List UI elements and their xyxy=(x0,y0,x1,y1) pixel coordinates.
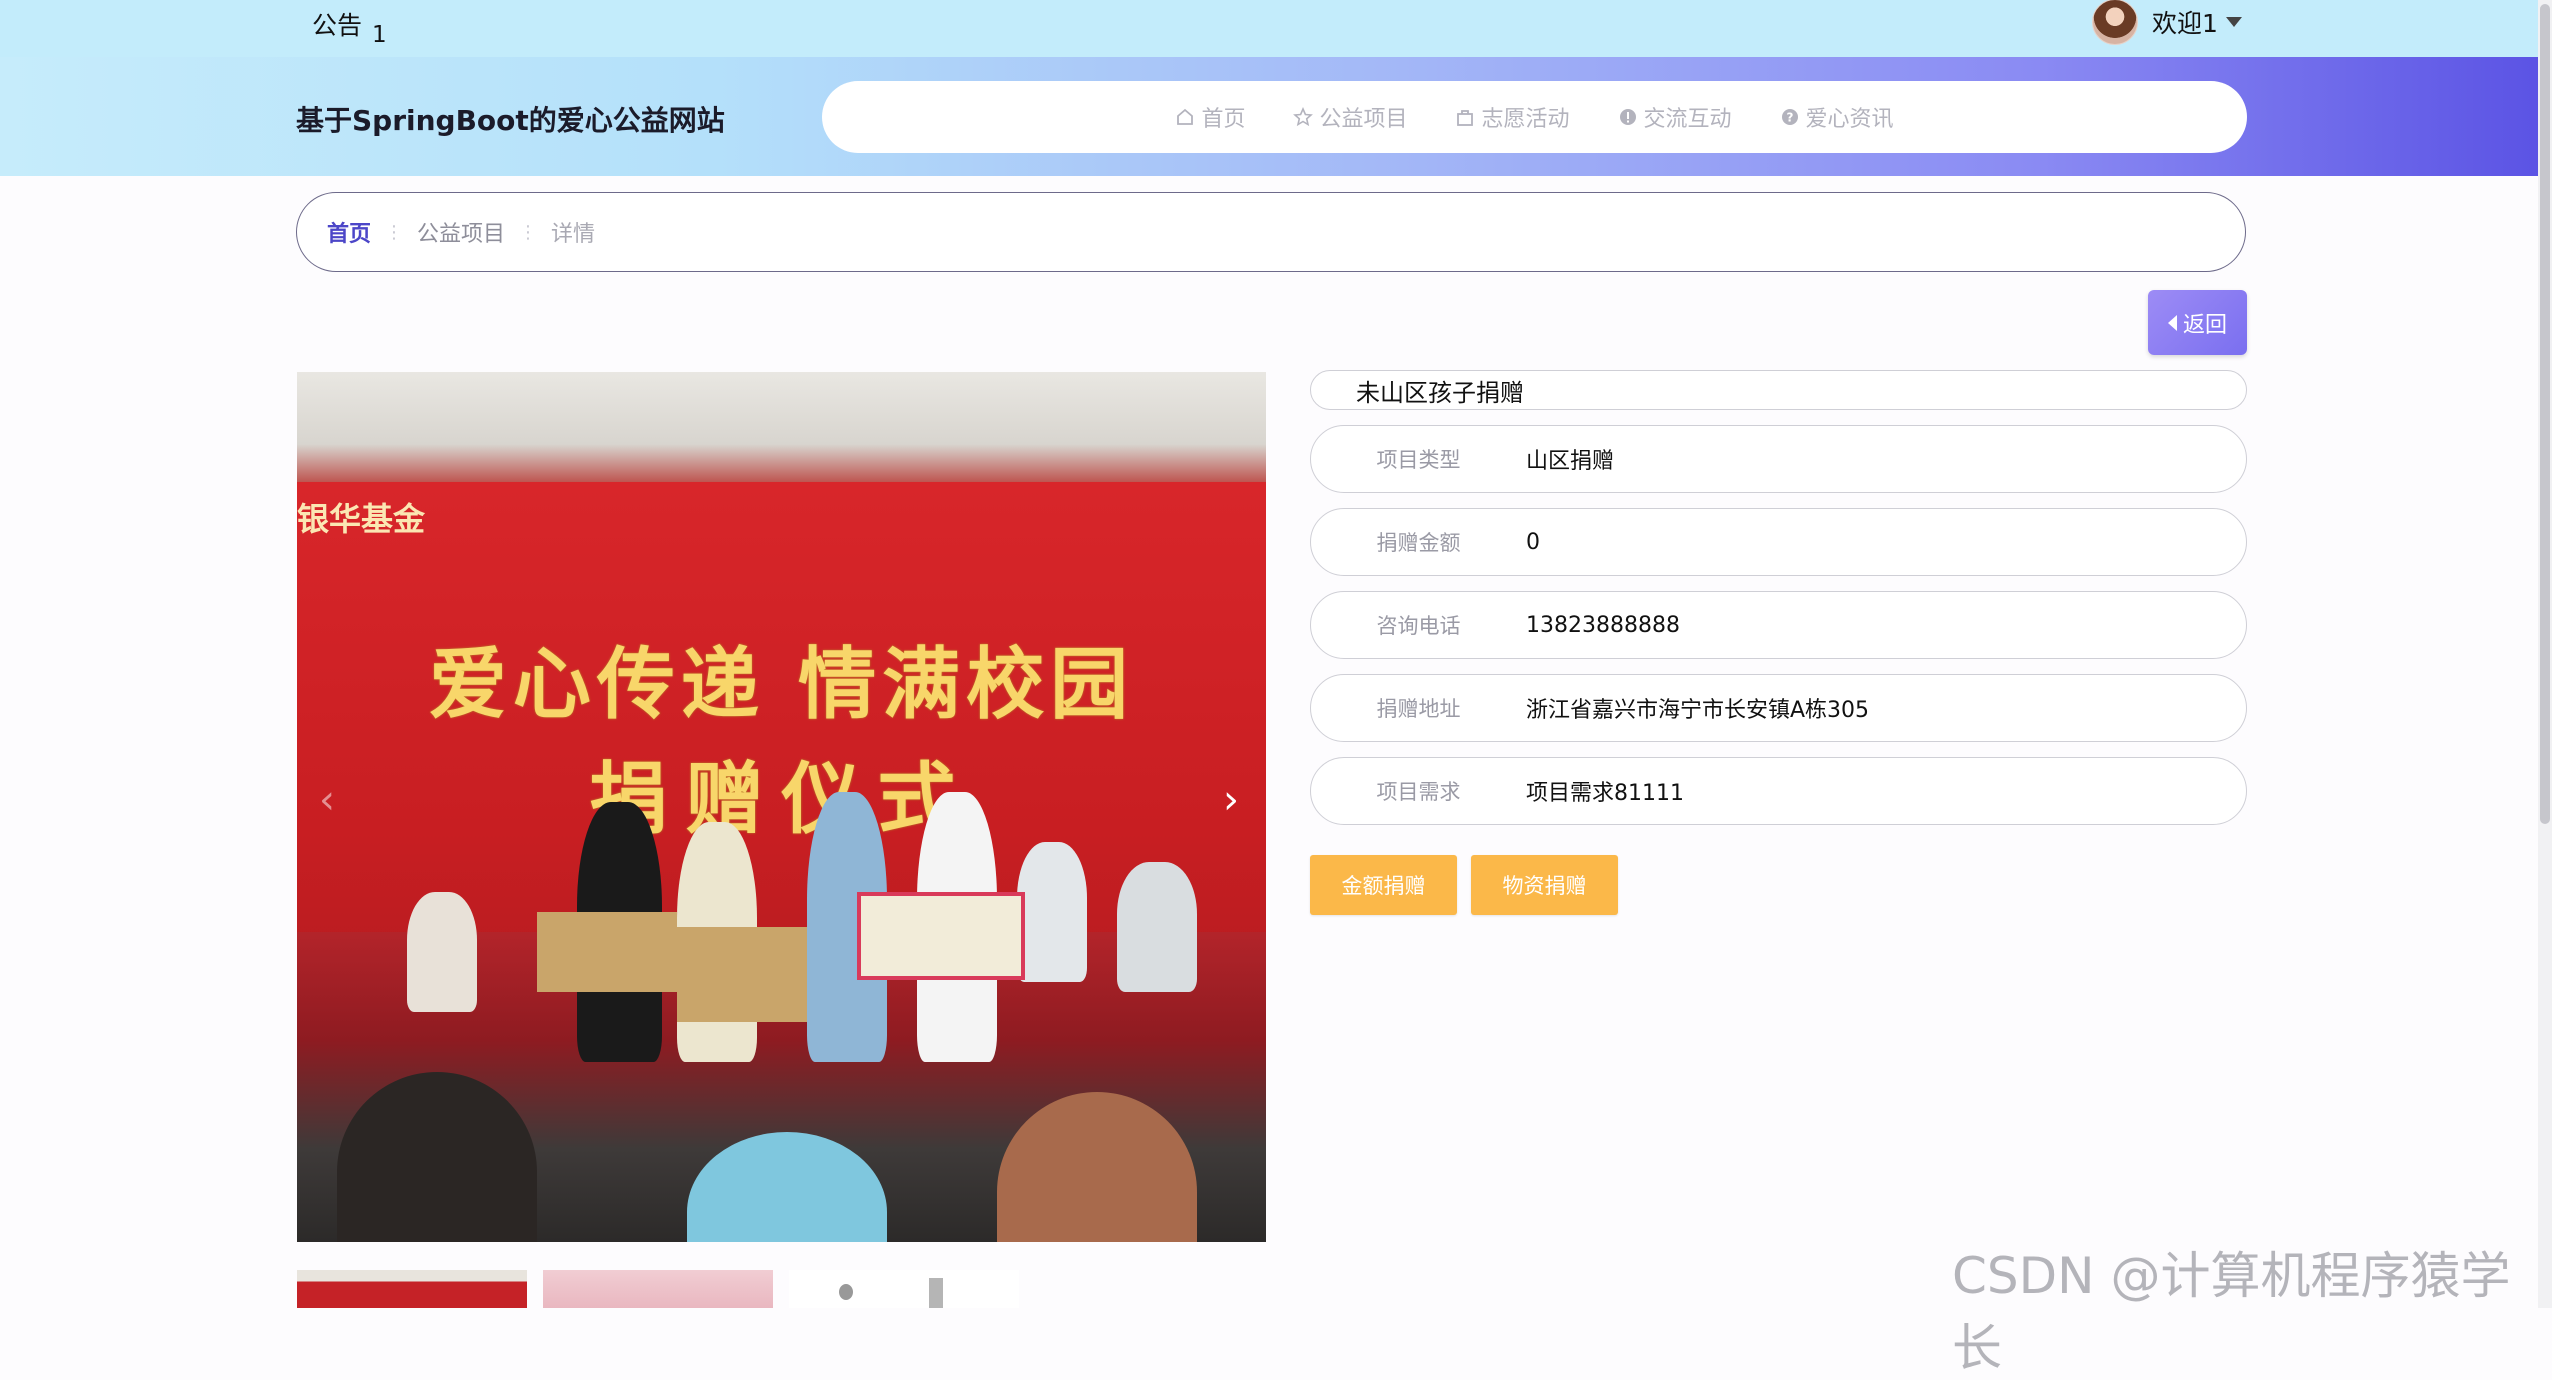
breadcrumb: 首页 ⋮ 公益项目 ⋮ 详情 xyxy=(296,192,2246,272)
breadcrumb-separator-icon: ⋮ xyxy=(385,221,404,243)
breadcrumb-current: 详情 xyxy=(551,222,596,247)
svg-text:?: ? xyxy=(1786,111,1793,125)
nav-item-forum[interactable]: 交流互动 xyxy=(1618,101,1732,133)
breadcrumb-projects[interactable]: 公益项目 xyxy=(417,216,505,248)
notice-label[interactable]: 公告 xyxy=(312,6,362,42)
photo-person xyxy=(407,892,477,1012)
field-requirement: 项目需求 项目需求81111 xyxy=(1310,757,2247,825)
field-value: 项目需求81111 xyxy=(1526,781,1684,806)
site-header: 基于SpringBoot的爱心公益网站 首页 公益项目 志愿活动 交流互动 ? … xyxy=(0,57,2552,176)
nav-item-label: 爱心资讯 xyxy=(1805,107,1894,132)
breadcrumb-home[interactable]: 首页 xyxy=(327,216,371,248)
field-value: 浙江省嘉兴市海宁市长安镇A栋305 xyxy=(1526,698,1870,723)
announcement-bar: 公告 1 欢迎1 xyxy=(0,0,2552,57)
field-label: 捐赠地址 xyxy=(1376,697,1461,721)
field-value: 山区捐赠 xyxy=(1526,449,1615,474)
photo-sign-board xyxy=(537,912,677,992)
field-address: 捐赠地址 浙江省嘉兴市海宁市长安镇A栋305 xyxy=(1310,674,2247,742)
back-button-label: 返回 xyxy=(2182,312,2227,338)
thumbnail-figure xyxy=(929,1278,943,1308)
user-menu[interactable]: 欢迎1 xyxy=(2092,0,2242,45)
notice-count-badge: 1 xyxy=(372,22,387,48)
nav-item-label: 志愿活动 xyxy=(1481,107,1570,132)
caret-down-icon[interactable] xyxy=(2225,17,2242,27)
project-title-box: 未山区孩子捐赠 xyxy=(1310,370,2247,410)
field-label: 项目需求 xyxy=(1376,780,1461,804)
nav-item-home[interactable]: 首页 xyxy=(1175,101,1245,133)
info-circle-icon xyxy=(1619,109,1636,125)
photo-sign-board xyxy=(857,892,1025,980)
back-button[interactable]: 返回 xyxy=(2148,290,2247,355)
field-value: 13823888888 xyxy=(1526,612,1680,638)
nav-item-label: 首页 xyxy=(1201,107,1246,132)
bag-icon xyxy=(1457,110,1474,126)
photo-person xyxy=(1017,842,1087,982)
nav-item-label: 公益项目 xyxy=(1319,107,1408,132)
home-icon xyxy=(1177,108,1194,125)
thumbnail-3[interactable] xyxy=(789,1270,1019,1308)
photo-sign-board xyxy=(677,927,807,1022)
thumbnail-2[interactable] xyxy=(543,1270,773,1308)
banner-subheadline: 捐赠仪式 xyxy=(589,754,974,845)
site-title: 基于SpringBoot的爱心公益网站 xyxy=(296,104,725,137)
carousel-prev-arrow[interactable]: ‹ xyxy=(309,770,345,830)
nav-item-label: 交流互动 xyxy=(1643,107,1732,132)
welcome-text[interactable]: 欢迎1 xyxy=(2152,4,2218,40)
question-circle-icon: ? xyxy=(1781,109,1798,125)
image-carousel[interactable]: 银华基金 爱心传递 情满校园 捐赠仪式 ‹ › xyxy=(297,372,1266,1242)
field-label: 捐赠金额 xyxy=(1376,531,1461,555)
nav-item-volunteer[interactable]: 志愿活动 xyxy=(1455,101,1570,133)
thumbnail-1[interactable] xyxy=(297,1270,527,1308)
goods-donate-button[interactable]: 物资捐赠 xyxy=(1471,855,1618,915)
carousel-thumbnails xyxy=(297,1270,1035,1308)
field-donation-amount: 捐赠金额 0 xyxy=(1310,508,2247,576)
field-label: 项目类型 xyxy=(1376,448,1461,472)
photo-person xyxy=(1117,862,1197,992)
field-label: 咨询电话 xyxy=(1376,614,1461,638)
star-icon xyxy=(1293,107,1314,127)
field-project-type: 项目类型 山区捐赠 xyxy=(1310,425,2247,493)
nav-item-news[interactable]: ? 爱心资讯 xyxy=(1780,101,1894,133)
carousel-next-arrow[interactable]: › xyxy=(1213,770,1249,830)
thumbnail-figure xyxy=(839,1284,853,1300)
money-donate-button[interactable]: 金额捐赠 xyxy=(1310,855,1457,915)
page-scrollbar[interactable] xyxy=(2538,0,2552,1308)
photo-background-wall xyxy=(297,372,1266,492)
scrollbar-thumb[interactable] xyxy=(2540,4,2550,824)
project-title: 未山区孩子捐赠 xyxy=(1356,378,1524,407)
main-nav: 首页 公益项目 志愿活动 交流互动 ? 爱心资讯 xyxy=(822,81,2247,153)
field-phone: 咨询电话 13823888888 xyxy=(1310,591,2247,659)
avatar[interactable] xyxy=(2092,0,2138,45)
caret-left-icon xyxy=(2167,314,2177,331)
breadcrumb-separator-icon: ⋮ xyxy=(519,221,538,243)
banner-sponsor-text: 银华基金 xyxy=(297,500,426,538)
banner-headline: 爱心传递 情满校园 xyxy=(428,639,1135,730)
watermark: CSDN @计算机程序猿学长 xyxy=(1952,1247,2511,1377)
field-value: 0 xyxy=(1526,529,1540,555)
nav-item-projects[interactable]: 公益项目 xyxy=(1293,101,1407,133)
